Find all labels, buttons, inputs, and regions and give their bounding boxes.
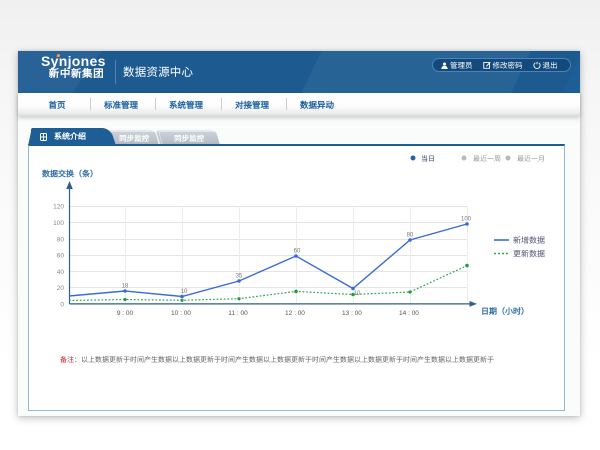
svg-text:20: 20	[57, 285, 65, 292]
svg-text:100: 100	[53, 220, 64, 227]
svg-text:60: 60	[57, 253, 65, 260]
svg-text:40: 40	[57, 269, 65, 276]
svg-text:120: 120	[53, 204, 64, 211]
svg-text:当日: 当日	[421, 155, 435, 163]
svg-text:12 : 00: 12 : 00	[285, 310, 305, 317]
svg-text:13 : 00: 13 : 00	[342, 310, 362, 317]
svg-text:日期（小时）: 日期（小时）	[481, 306, 529, 316]
svg-text:9 : 00: 9 : 00	[117, 310, 134, 317]
svg-text:10: 10	[181, 289, 188, 295]
svg-text:11 : 00: 11 : 00	[228, 310, 248, 317]
svg-text:10: 10	[354, 291, 361, 297]
svg-text:14 : 00: 14 : 00	[399, 310, 419, 317]
svg-text:新增数据: 新增数据	[513, 236, 545, 245]
svg-text:80: 80	[57, 236, 65, 243]
svg-text:最近一月: 最近一月	[517, 155, 545, 163]
svg-text:更新数据: 更新数据	[513, 250, 545, 259]
svg-text:35: 35	[236, 274, 243, 280]
svg-text:数据交换（条）: 数据交换（条）	[41, 169, 98, 179]
svg-text:最近一周: 最近一周	[473, 155, 501, 163]
svg-text:18: 18	[122, 284, 129, 290]
svg-text:10 : 00: 10 : 00	[171, 310, 191, 317]
svg-text:60: 60	[294, 249, 301, 255]
svg-text:80: 80	[407, 233, 414, 239]
svg-text:100: 100	[461, 217, 472, 223]
svg-text:0: 0	[60, 302, 64, 309]
